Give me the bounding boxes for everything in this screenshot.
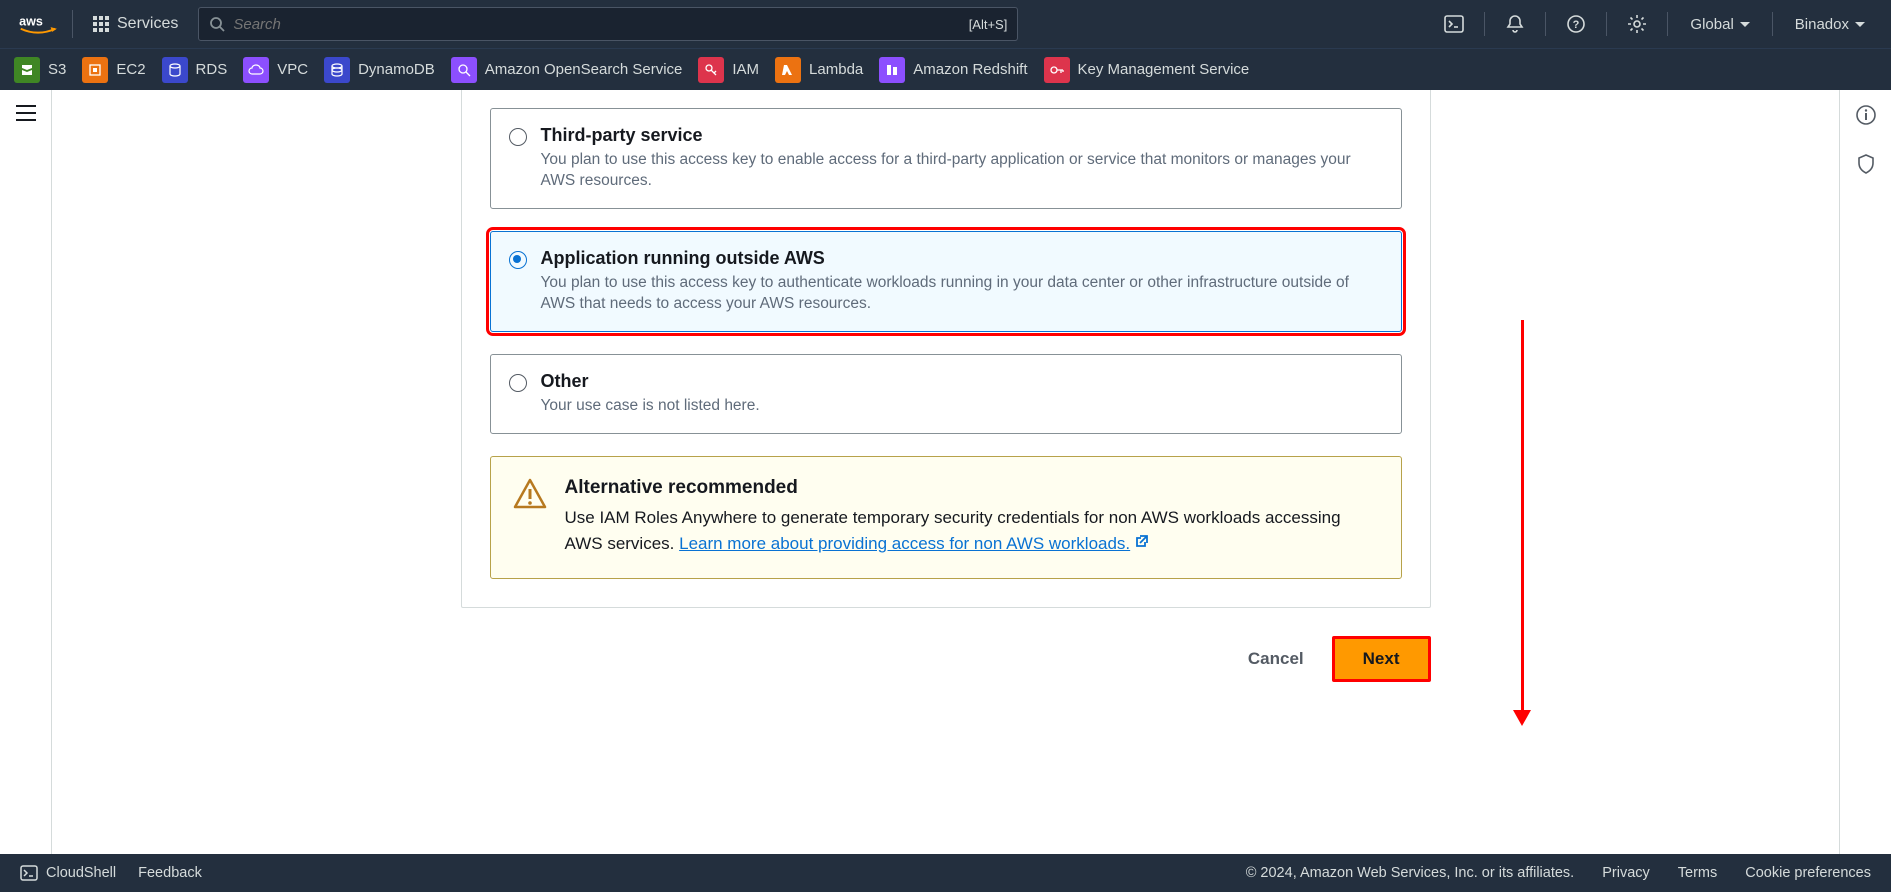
learn-more-link[interactable]: Learn more about providing access for no… [679,534,1150,553]
wizard-actions: Cancel Next [461,608,1431,682]
ec2-icon [82,57,108,83]
footer-feedback[interactable]: Feedback [138,865,202,881]
help-icon[interactable]: ? [1556,14,1596,34]
svc-link-dynamodb[interactable]: DynamoDB [324,57,435,83]
footer-privacy[interactable]: Privacy [1602,865,1650,881]
option-desc: Your use case is not listed here. [541,396,760,417]
grid-icon [93,16,109,32]
external-link-icon [1134,531,1150,557]
radio-icon [509,128,527,146]
alternative-recommended-alert: Alternative recommended Use IAM Roles An… [490,456,1402,579]
svc-link-iam[interactable]: IAM [698,57,759,83]
footer-cloudshell[interactable]: CloudShell [20,864,116,882]
lambda-icon [775,57,801,83]
caret-down-icon [1740,22,1750,27]
rds-icon [162,57,188,83]
services-label: Services [117,15,178,33]
account-label: Binadox [1795,16,1849,33]
option-title: Other [541,371,760,392]
warning-icon [513,477,547,558]
svg-text:?: ? [1573,19,1580,31]
info-panel-toggle[interactable] [1855,104,1877,131]
account-menu[interactable]: Binadox [1783,16,1877,33]
left-rail [0,90,52,854]
footer-copyright: © 2024, Amazon Web Services, Inc. or its… [1246,865,1575,881]
option-outside-aws[interactable]: Application running outside AWS You plan… [490,231,1402,332]
settings-icon[interactable] [1617,14,1657,34]
vpc-icon [243,57,269,83]
option-desc: You plan to use this access key to enabl… [541,150,1383,192]
svc-link-vpc[interactable]: VPC [243,57,308,83]
svc-link-ec2[interactable]: EC2 [82,57,145,83]
cancel-button[interactable]: Cancel [1242,639,1310,679]
services-menu-button[interactable]: Services [83,15,188,33]
svc-link-lambda[interactable]: Lambda [775,57,863,83]
alert-title: Alternative recommended [565,477,1379,499]
radio-icon [509,251,527,269]
footer-cookies[interactable]: Cookie preferences [1745,865,1871,881]
search-input[interactable] [225,16,968,33]
next-button[interactable]: Next [1332,636,1431,682]
svc-link-redshift[interactable]: Amazon Redshift [879,57,1027,83]
right-rail [1839,90,1891,854]
svc-link-s3[interactable]: S3 [14,57,66,83]
option-third-party[interactable]: Third-party service You plan to use this… [490,108,1402,209]
search-icon [209,16,225,32]
region-selector[interactable]: Global [1678,16,1761,33]
option-other[interactable]: Other Your use case is not listed here. [490,354,1402,434]
dynamodb-icon [324,57,350,83]
option-desc: You plan to use this access key to authe… [541,273,1383,315]
iam-icon [698,57,724,83]
svg-text:aws: aws [19,15,43,29]
notifications-icon[interactable] [1495,14,1535,34]
svc-link-rds[interactable]: RDS [162,57,228,83]
svc-link-opensearch[interactable]: Amazon OpenSearch Service [451,57,683,83]
redshift-icon [879,57,905,83]
svc-link-kms[interactable]: Key Management Service [1044,57,1250,83]
radio-icon [509,374,527,392]
global-search[interactable]: [Alt+S] [198,7,1018,41]
alert-body: Use IAM Roles Anywhere to generate tempo… [565,505,1379,558]
kms-icon [1044,57,1070,83]
s3-icon [14,57,40,83]
footer: CloudShell Feedback © 2024, Amazon Web S… [0,854,1891,892]
search-shortcut: [Alt+S] [969,17,1008,32]
side-nav-toggle[interactable] [15,104,37,127]
top-nav: aws Services [Alt+S] ? Global Binadox [0,0,1891,48]
footer-terms[interactable]: Terms [1678,865,1717,881]
service-shortcut-bar: S3 EC2 RDS VPC DynamoDB Amazon OpenSearc… [0,48,1891,90]
main-content: Third-party service You plan to use this… [0,90,1891,854]
option-title: Application running outside AWS [541,248,1383,269]
cloudshell-icon [20,864,38,882]
aws-logo[interactable]: aws [14,10,73,38]
opensearch-icon [451,57,477,83]
use-case-card: Third-party service You plan to use this… [461,90,1431,608]
security-panel-toggle[interactable] [1855,153,1877,180]
option-title: Third-party service [541,125,1383,146]
region-label: Global [1690,16,1733,33]
cloudshell-icon[interactable] [1434,14,1474,34]
caret-down-icon [1855,22,1865,27]
